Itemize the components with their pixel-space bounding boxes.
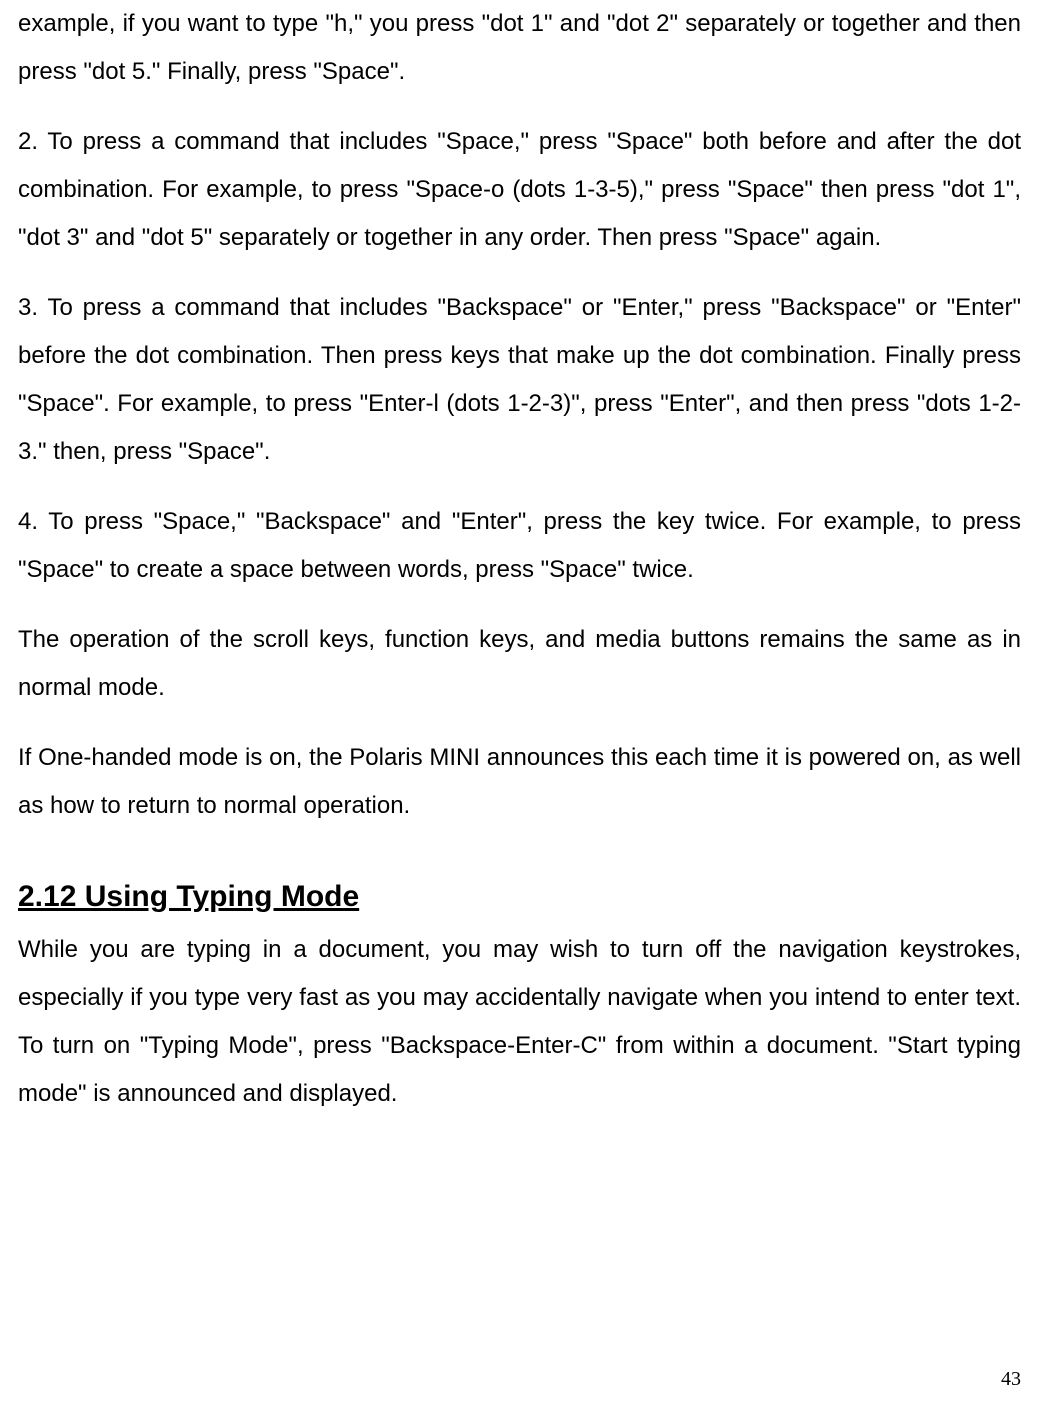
paragraph-5: The operation of the scroll keys, functi… (18, 616, 1021, 712)
paragraph-4: 4. To press "Space," "Backspace" and "En… (18, 498, 1021, 594)
page-number: 43 (1001, 1368, 1021, 1391)
paragraph-3: 3. To press a command that includes "Bac… (18, 284, 1021, 476)
section-heading: 2.12 Using Typing Mode (18, 880, 1021, 914)
document-content: example, if you want to type "h," you pr… (18, 0, 1021, 1118)
paragraph-2: 2. To press a command that includes "Spa… (18, 118, 1021, 262)
paragraph-1: example, if you want to type "h," you pr… (18, 0, 1021, 96)
paragraph-6: If One-handed mode is on, the Polaris MI… (18, 734, 1021, 830)
section-paragraph: While you are typing in a document, you … (18, 926, 1021, 1118)
